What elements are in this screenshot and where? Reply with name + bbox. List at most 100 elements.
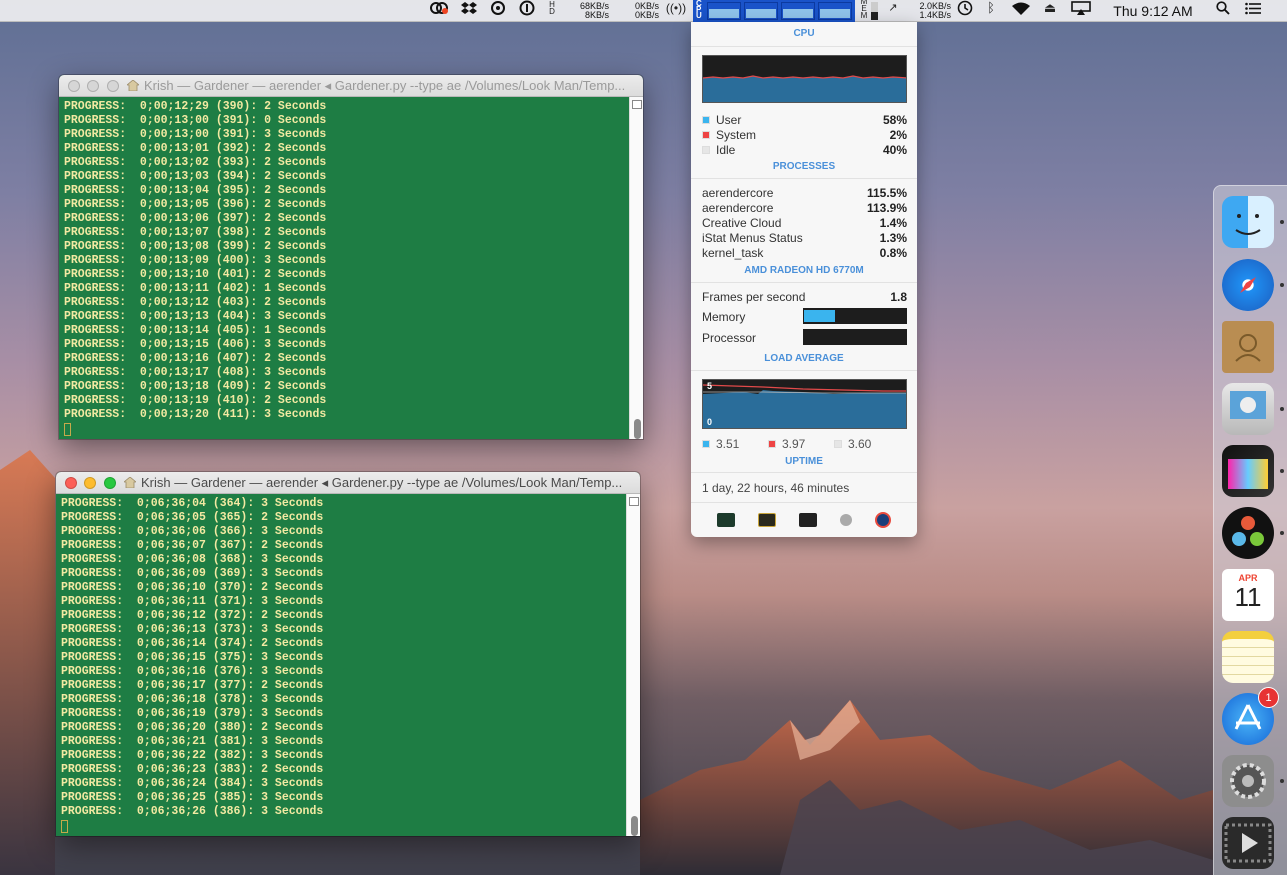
progress-line: PROGRESS: 0;06;36;23 (383): 2 Seconds <box>61 763 324 776</box>
terminal-window-bottom[interactable]: Krish — Gardener — aerender ◂ Gardener.p… <box>56 472 640 836</box>
contacts-icon[interactable] <box>1222 321 1274 373</box>
minimize-button[interactable] <box>87 80 99 92</box>
zoom-button[interactable] <box>104 477 116 489</box>
progress-line: PROGRESS: 0;00;13;17 (408): 3 Seconds <box>64 366 327 379</box>
system-preferences-icon[interactable] <box>1222 755 1274 807</box>
terminal-output[interactable]: PROGRESS: 0;00;12;29 (390): 2 Seconds PRO… <box>64 100 326 436</box>
cpu-row-system: System 2% <box>702 127 907 142</box>
process-row[interactable]: aerendercore 115.5% <box>702 185 907 200</box>
progress-line: PROGRESS: 0;06;36;26 (386): 3 Seconds <box>61 805 324 818</box>
disk-utility-icon[interactable] <box>875 512 892 528</box>
cpu-label-text: Idle <box>716 142 736 157</box>
process-name: aerendercore <box>702 185 774 200</box>
dropbox-icon[interactable] <box>460 0 478 16</box>
progress-line: PROGRESS: 0;06;36;12 (372): 2 Seconds <box>61 609 324 622</box>
progress-line: PROGRESS: 0;00;13;01 (392): 2 Seconds <box>64 142 327 155</box>
vertical-scrollbar[interactable] <box>629 97 643 439</box>
uptime-header: UPTIME <box>785 456 823 467</box>
gpu-memory-bar <box>803 308 907 324</box>
cpu-value: 58% <box>882 112 907 127</box>
memory-bar <box>870 0 878 22</box>
close-button[interactable] <box>65 477 77 489</box>
progress-line: PROGRESS: 0;00;13;02 (393): 2 Seconds <box>64 156 327 169</box>
progress-line: PROGRESS: 0;06;36;09 (369): 3 Seconds <box>61 567 324 580</box>
clock[interactable]: Thu 9:12 AM <box>1108 0 1198 22</box>
cpu-value: 40% <box>882 142 907 157</box>
progress-line: PROGRESS: 0;06;36;17 (377): 2 Seconds <box>61 679 324 692</box>
window-title-text: Krish — Gardener — aerender ◂ Gardener.p… <box>141 475 623 490</box>
process-row[interactable]: aerendercore 113.9% <box>702 200 907 215</box>
calendar-day: 11 <box>1234 582 1262 612</box>
split-view-icon[interactable] <box>629 497 639 506</box>
eject-icon[interactable]: ⏏ <box>1041 0 1059 16</box>
progress-line: PROGRESS: 0;00;13;13 (404): 3 Seconds <box>64 310 327 323</box>
wireless-activity-icon[interactable]: ((•)) <box>666 0 686 16</box>
video-player-icon[interactable] <box>1222 817 1274 869</box>
istat-cpu-panel: CPU User 58% System 2% Idle 40% PROCESSES aer… <box>691 22 917 537</box>
titlebar[interactable]: Krish — Gardener — aerender ◂ Gardener.p… <box>56 472 640 494</box>
split-view-icon[interactable] <box>632 100 642 109</box>
process-cpu: 1.3% <box>879 230 907 245</box>
progress-line: PROGRESS: 0;06;36;13 (373): 3 Seconds <box>61 623 324 636</box>
cpu-row-user: User 58% <box>702 112 907 127</box>
hd-icon[interactable]: HD <box>543 0 561 16</box>
progress-line: PROGRESS: 0;00;13;10 (401): 2 Seconds <box>64 268 327 281</box>
progress-line: PROGRESS: 0;00;13;16 (407): 2 Seconds <box>64 352 327 365</box>
process-row[interactable]: Creative Cloud 1.4% <box>702 215 907 230</box>
scroll-thumb[interactable] <box>631 816 638 836</box>
progress-line: PROGRESS: 0;00;13;11 (402): 1 Seconds <box>64 282 327 295</box>
zoom-button[interactable] <box>107 80 119 92</box>
network-arrows-icon[interactable]: ↗ <box>884 0 902 16</box>
cpu-label: User <box>702 113 741 127</box>
cpu-label-text: System <box>716 127 757 142</box>
activity-monitor-icon[interactable] <box>716 513 735 527</box>
wifi-icon[interactable] <box>1010 0 1032 16</box>
terminal-window-top[interactable]: Krish — Gardener — aerender ◂ Gardener.p… <box>59 75 643 439</box>
progress-line: PROGRESS: 0;00;13;00 (391): 3 Seconds <box>64 128 327 141</box>
bluetooth-icon[interactable]: ᛒ <box>982 0 1000 16</box>
progress-line: PROGRESS: 0;06;36;11 (371): 3 Seconds <box>61 595 324 608</box>
progress-line: PROGRESS: 0;00;13;09 (400): 3 Seconds <box>64 254 327 267</box>
network-speed-right[interactable]: 2.0KB/s 1.4KB/s <box>905 0 951 22</box>
terminal-output[interactable]: PROGRESS: 0;06;36;04 (364): 3 Seconds PRO… <box>61 497 323 833</box>
load-axis-max: 5 <box>707 381 713 391</box>
window-title: Krish — Gardener — aerender ◂ Gardener.p… <box>127 78 635 94</box>
home-folder-icon <box>124 477 136 488</box>
system-info-icon[interactable] <box>840 514 853 526</box>
scroll-thumb[interactable] <box>634 419 641 439</box>
progress-line: PROGRESS: 0;06;36;07 (367): 2 Seconds <box>61 539 324 552</box>
info-icon[interactable] <box>518 0 536 16</box>
terminal-icon[interactable] <box>798 513 817 527</box>
notes-icon[interactable] <box>1222 631 1274 683</box>
process-name: kernel_task <box>702 245 764 260</box>
network-speed-left[interactable]: 68KB/s 8KB/s <box>565 0 609 22</box>
davinci-resolve-icon[interactable] <box>1222 507 1274 559</box>
progress-line: PROGRESS: 0;06;36;19 (379): 3 Seconds <box>61 707 324 720</box>
sync-icon[interactable] <box>489 0 507 16</box>
console-icon[interactable] <box>757 513 776 527</box>
progress-line: PROGRESS: 0;00;13;14 (405): 1 Seconds <box>64 324 327 337</box>
final-cut-pro-icon[interactable] <box>1222 445 1274 497</box>
time-machine-icon[interactable] <box>956 0 974 16</box>
process-name: aerendercore <box>702 200 774 215</box>
calendar-icon[interactable]: APR 11 <box>1222 569 1274 621</box>
vertical-scrollbar[interactable] <box>626 494 640 836</box>
preview-icon[interactable] <box>1222 383 1274 435</box>
close-button[interactable] <box>68 80 80 92</box>
titlebar[interactable]: Krish — Gardener — aerender ◂ Gardener.p… <box>59 75 643 97</box>
finder-icon[interactable] <box>1222 196 1274 248</box>
progress-line: PROGRESS: 0;00;13;18 (409): 2 Seconds <box>64 380 327 393</box>
airplay-icon[interactable] <box>1070 0 1092 16</box>
legend-swatch <box>702 115 710 124</box>
notification-center-icon[interactable] <box>1244 0 1262 16</box>
safari-icon[interactable] <box>1222 259 1274 311</box>
terminal-cursor <box>61 820 68 833</box>
minimize-button[interactable] <box>84 477 96 489</box>
spotlight-icon[interactable] <box>1214 0 1232 16</box>
network-speed-mid[interactable]: 0KB/s 0KB/s <box>625 0 659 22</box>
creative-cloud-icon[interactable] <box>430 0 448 16</box>
process-row[interactable]: kernel_task 0.8% <box>702 245 907 260</box>
istat-cpu-icon[interactable]: C P U <box>693 0 855 22</box>
process-row[interactable]: iStat Menus Status 1.3% <box>702 230 907 245</box>
progress-line: PROGRESS: 0;00;13;04 (395): 2 Seconds <box>64 184 327 197</box>
